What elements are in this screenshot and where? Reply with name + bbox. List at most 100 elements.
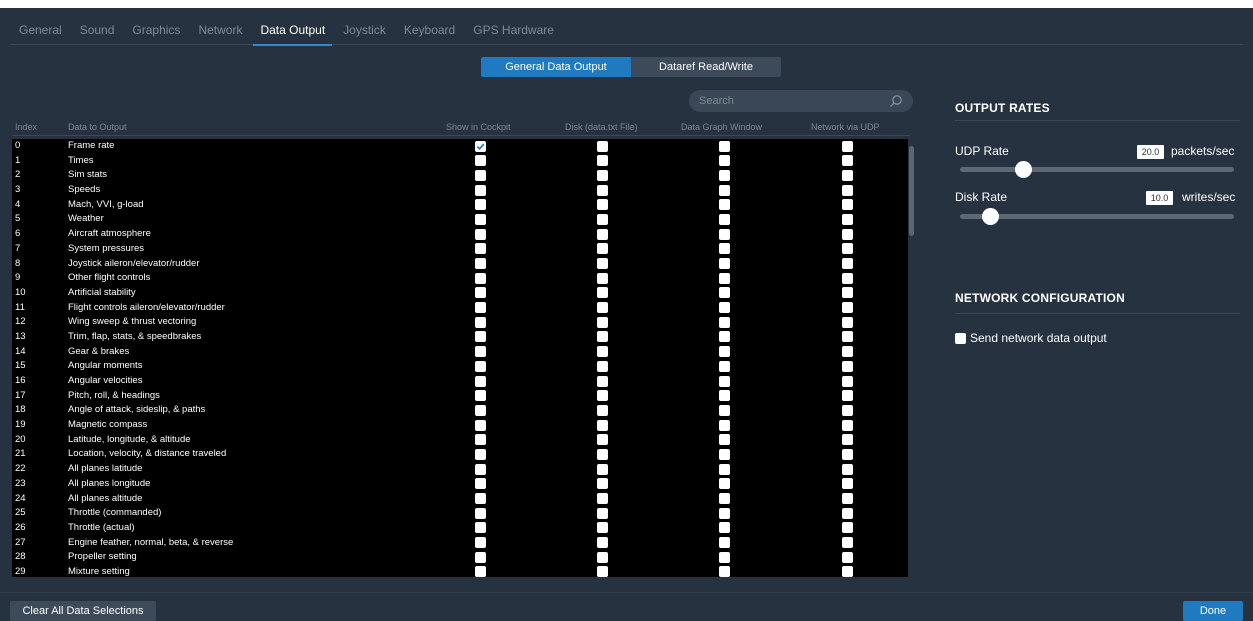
cockpit-checkbox[interactable] — [475, 404, 486, 416]
disk-checkbox[interactable] — [597, 316, 608, 328]
udp-rate-field[interactable]: 20.0 — [1137, 145, 1164, 159]
disk-checkbox[interactable] — [597, 184, 608, 196]
graph-checkbox[interactable] — [719, 331, 730, 343]
disk-checkbox[interactable] — [597, 404, 608, 416]
search-icon[interactable] — [889, 94, 903, 108]
graph-checkbox[interactable] — [719, 287, 730, 299]
udp-checkbox[interactable] — [842, 419, 853, 431]
cockpit-checkbox[interactable] — [475, 140, 486, 152]
cockpit-checkbox[interactable] — [475, 272, 486, 284]
disk-checkbox[interactable] — [597, 346, 608, 358]
graph-checkbox[interactable] — [719, 522, 730, 534]
udp-checkbox[interactable] — [842, 551, 853, 563]
cockpit-checkbox[interactable] — [475, 419, 486, 431]
udp-checkbox[interactable] — [842, 228, 853, 240]
tab-network[interactable]: Network — [189, 15, 251, 45]
disk-checkbox[interactable] — [597, 463, 608, 475]
disk-checkbox[interactable] — [597, 375, 608, 387]
graph-checkbox[interactable] — [719, 507, 730, 519]
graph-checkbox[interactable] — [719, 228, 730, 240]
disk-checkbox[interactable] — [597, 258, 608, 269]
checkbox-box[interactable] — [955, 332, 966, 344]
udp-checkbox[interactable] — [842, 287, 853, 299]
disk-checkbox[interactable] — [597, 213, 608, 225]
disk-checkbox[interactable] — [597, 155, 608, 167]
cockpit-checkbox[interactable] — [475, 493, 486, 504]
cockpit-checkbox[interactable] — [475, 302, 486, 314]
disk-checkbox[interactable] — [597, 228, 608, 240]
disk-checkbox[interactable] — [597, 493, 608, 504]
cockpit-checkbox[interactable] — [475, 522, 486, 534]
cockpit-checkbox[interactable] — [475, 551, 486, 563]
graph-checkbox[interactable] — [719, 302, 730, 314]
disk-checkbox[interactable] — [597, 478, 608, 490]
graph-checkbox[interactable] — [719, 478, 730, 490]
graph-checkbox[interactable] — [719, 199, 730, 211]
udp-checkbox[interactable] — [842, 272, 853, 284]
cockpit-checkbox[interactable] — [475, 375, 486, 387]
disk-checkbox[interactable] — [597, 360, 608, 372]
cockpit-checkbox[interactable] — [475, 155, 486, 167]
disk-checkbox[interactable] — [597, 537, 608, 549]
udp-checkbox[interactable] — [842, 434, 853, 446]
disk-checkbox[interactable] — [597, 302, 608, 314]
udp-checkbox[interactable] — [842, 493, 853, 504]
udp-rate-slider-knob[interactable] — [1014, 161, 1032, 178]
clear-all-selections-button[interactable]: Clear All Data Selections — [10, 601, 156, 621]
disk-rate-field[interactable]: 10.0 — [1146, 191, 1173, 205]
tab-keyboard[interactable]: Keyboard — [395, 15, 464, 45]
udp-checkbox[interactable] — [842, 478, 853, 490]
search-input[interactable] — [699, 95, 889, 107]
cockpit-checkbox[interactable] — [475, 346, 486, 358]
udp-checkbox[interactable] — [842, 140, 853, 152]
udp-rate-slider[interactable] — [960, 167, 1234, 172]
udp-checkbox[interactable] — [842, 184, 853, 196]
tab-gps-hardware[interactable]: GPS Hardware — [464, 15, 563, 45]
udp-checkbox[interactable] — [842, 331, 853, 343]
tab-sound[interactable]: Sound — [71, 15, 124, 45]
graph-checkbox[interactable] — [719, 419, 730, 431]
udp-checkbox[interactable] — [842, 316, 853, 328]
disk-checkbox[interactable] — [597, 140, 608, 152]
udp-checkbox[interactable] — [842, 522, 853, 534]
disk-checkbox[interactable] — [597, 243, 608, 255]
send-network-data-checkbox[interactable]: Send network data output — [955, 331, 1107, 345]
disk-checkbox[interactable] — [597, 434, 608, 446]
segment-general-data-output[interactable]: General Data Output — [481, 57, 631, 77]
udp-checkbox[interactable] — [842, 537, 853, 549]
graph-checkbox[interactable] — [719, 213, 730, 225]
udp-checkbox[interactable] — [842, 199, 853, 211]
cockpit-checkbox[interactable] — [475, 258, 486, 269]
tab-data-output[interactable]: Data Output — [251, 15, 334, 46]
disk-checkbox[interactable] — [597, 169, 608, 181]
disk-checkbox[interactable] — [597, 199, 608, 211]
udp-checkbox[interactable] — [842, 463, 853, 475]
graph-checkbox[interactable] — [719, 184, 730, 196]
cockpit-checkbox[interactable] — [475, 287, 486, 299]
disk-checkbox[interactable] — [597, 287, 608, 299]
udp-checkbox[interactable] — [842, 213, 853, 225]
done-button[interactable]: Done — [1183, 601, 1243, 621]
disk-checkbox[interactable] — [597, 390, 608, 402]
udp-checkbox[interactable] — [842, 360, 853, 372]
cockpit-checkbox[interactable] — [475, 184, 486, 196]
udp-checkbox[interactable] — [842, 258, 853, 269]
udp-checkbox[interactable] — [842, 155, 853, 167]
cockpit-checkbox[interactable] — [475, 169, 486, 181]
graph-checkbox[interactable] — [719, 258, 730, 269]
udp-checkbox[interactable] — [842, 375, 853, 387]
segment-dataref-read-write[interactable]: Dataref Read/Write — [631, 57, 781, 77]
disk-checkbox[interactable] — [597, 272, 608, 284]
cockpit-checkbox[interactable] — [475, 360, 486, 372]
graph-checkbox[interactable] — [719, 448, 730, 460]
disk-checkbox[interactable] — [597, 507, 608, 519]
scroll-thumb[interactable] — [909, 146, 914, 236]
tab-general[interactable]: General — [10, 15, 71, 45]
cockpit-checkbox[interactable] — [475, 331, 486, 343]
graph-checkbox[interactable] — [719, 169, 730, 181]
cockpit-checkbox[interactable] — [475, 448, 486, 460]
cockpit-checkbox[interactable] — [475, 463, 486, 475]
cockpit-checkbox[interactable] — [475, 537, 486, 549]
disk-checkbox[interactable] — [597, 419, 608, 431]
tab-graphics[interactable]: Graphics — [123, 15, 189, 45]
